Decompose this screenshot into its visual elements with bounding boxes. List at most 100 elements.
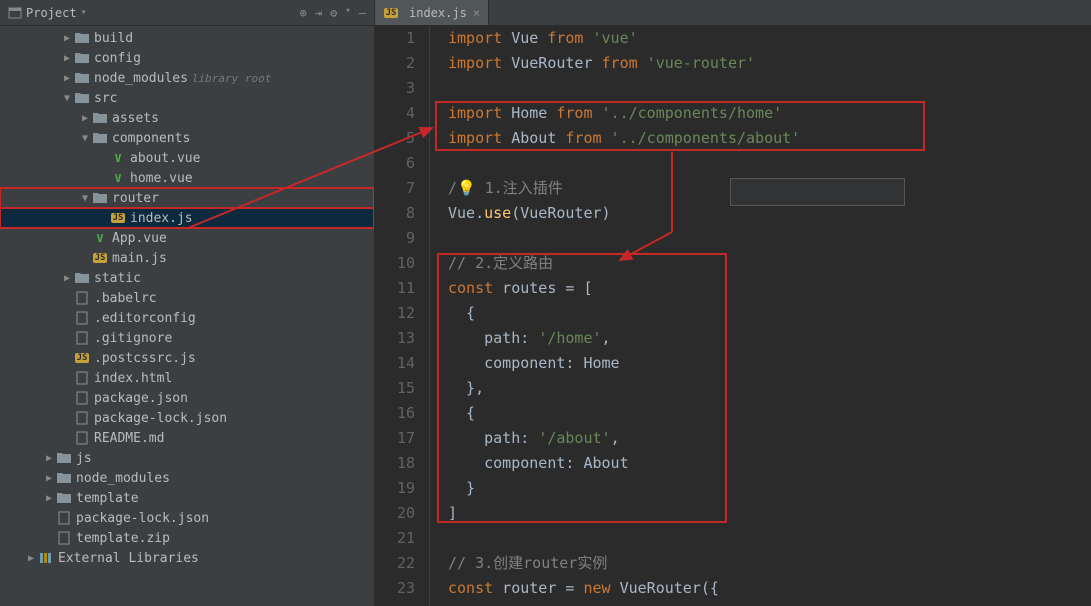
tree-item-label: home.vue	[130, 171, 193, 186]
line-number: 12	[375, 301, 415, 326]
tree-item[interactable]: .babelrc	[0, 288, 374, 308]
chevron-icon[interactable]: ▶	[78, 113, 92, 124]
code-content[interactable]: import Vue from 'vue'import VueRouter fr…	[430, 26, 1091, 606]
tree-item[interactable]: ▼ router	[0, 188, 374, 208]
tree-item[interactable]: ▼components	[0, 128, 374, 148]
code-line[interactable]: const router = new VueRouter({	[448, 576, 1091, 601]
code-line[interactable]: /💡 1.注入插件	[448, 176, 1091, 201]
code-line[interactable]	[448, 76, 1091, 101]
code-line[interactable]: },	[448, 376, 1091, 401]
chevron-icon[interactable]: ▼	[78, 193, 92, 204]
vue-icon: V	[110, 170, 126, 186]
code-line[interactable]	[448, 151, 1091, 176]
code-line[interactable]: const routes = [	[448, 276, 1091, 301]
folder-icon	[74, 30, 90, 46]
tree-item-label: README.md	[94, 431, 164, 446]
js-icon: JS	[110, 210, 126, 226]
chevron-icon[interactable]: ▶	[24, 553, 38, 564]
tree-item[interactable]: VApp.vue	[0, 228, 374, 248]
code-line[interactable]: component: About	[448, 451, 1091, 476]
file-icon	[56, 530, 72, 546]
tree-item[interactable]: Vabout.vue	[0, 148, 374, 168]
tree-item-label: package.json	[94, 391, 188, 406]
line-number: 1	[375, 26, 415, 51]
code-line[interactable]: {	[448, 301, 1091, 326]
file-icon	[74, 330, 90, 346]
folder-icon	[92, 190, 108, 206]
tree-item[interactable]: JSmain.js	[0, 248, 374, 268]
code-line[interactable]: Vue.use(VueRouter)	[448, 201, 1091, 226]
tab-label: index.js	[409, 6, 467, 20]
tree-item[interactable]: package-lock.json	[0, 408, 374, 428]
tree-item[interactable]: template.zip	[0, 528, 374, 548]
close-icon[interactable]: ×	[473, 6, 480, 20]
tree-item[interactable]: ▶config	[0, 48, 374, 68]
tree-item[interactable]: ▶js	[0, 448, 374, 468]
code-line[interactable]: component: Home	[448, 351, 1091, 376]
gear-icon[interactable]: ⚙	[330, 6, 337, 20]
chevron-icon[interactable]: ▶	[60, 273, 74, 284]
tree-item[interactable]: ▶static	[0, 268, 374, 288]
tree-item-label: .editorconfig	[94, 311, 196, 326]
tree-item[interactable]: JS.postcssrc.js	[0, 348, 374, 368]
tree-item[interactable]: ▶assets	[0, 108, 374, 128]
chevron-icon[interactable]: ▼	[78, 133, 92, 144]
code-line[interactable]: path: '/home',	[448, 326, 1091, 351]
chevron-icon[interactable]: ▶	[42, 473, 56, 484]
line-number: 22	[375, 551, 415, 576]
line-number: 8	[375, 201, 415, 226]
code-line[interactable]: // 3.创建router实例	[448, 551, 1091, 576]
editor-pane: JS index.js × 12345678910111213141516171…	[375, 0, 1091, 606]
code-line[interactable]	[448, 226, 1091, 251]
tree-item[interactable]: .gitignore	[0, 328, 374, 348]
tab-index-js[interactable]: JS index.js ×	[375, 0, 489, 25]
code-line[interactable]: }	[448, 476, 1091, 501]
folder-icon	[56, 490, 72, 506]
chevron-icon[interactable]: ▶	[42, 453, 56, 464]
target-icon[interactable]: ⊕	[300, 6, 307, 20]
chevron-icon[interactable]: ▼	[60, 93, 74, 104]
tree-item[interactable]: ▶node_moduleslibrary root	[0, 68, 374, 88]
project-tree[interactable]: ▶build▶config▶node_moduleslibrary root▼s…	[0, 26, 374, 606]
chevron-icon[interactable]: ▶	[60, 73, 74, 84]
code-area[interactable]: 1234567891011121314151617181920212223 im…	[375, 26, 1091, 606]
tree-item[interactable]: ▶template	[0, 488, 374, 508]
file-icon	[74, 310, 90, 326]
tree-item[interactable]: .editorconfig	[0, 308, 374, 328]
code-line[interactable]: import Vue from 'vue'	[448, 26, 1091, 51]
gear-dropdown-icon[interactable]: ▾	[345, 6, 350, 20]
tree-item[interactable]: ▶build	[0, 28, 374, 48]
project-icon	[8, 6, 22, 20]
editor-tabs: JS index.js ×	[375, 0, 1091, 26]
line-number: 17	[375, 426, 415, 451]
code-line[interactable]: {	[448, 401, 1091, 426]
tree-item[interactable]: package.json	[0, 388, 374, 408]
code-line[interactable]: import Home from '../components/home'	[448, 101, 1091, 126]
code-line[interactable]: // 2.定义路由	[448, 251, 1091, 276]
chevron-icon[interactable]: ▶	[42, 493, 56, 504]
folder-icon	[74, 90, 90, 106]
code-line[interactable]: ]	[448, 501, 1091, 526]
tree-item[interactable]: ▼src	[0, 88, 374, 108]
tree-item[interactable]: package-lock.json	[0, 508, 374, 528]
line-number: 21	[375, 526, 415, 551]
collapse-icon[interactable]: —	[359, 6, 366, 20]
tree-item[interactable]: Vhome.vue	[0, 168, 374, 188]
tree-item[interactable]: JSindex.js	[0, 208, 374, 228]
chevron-icon[interactable]: ▶	[60, 33, 74, 44]
tree-item[interactable]: ▶node_modules	[0, 468, 374, 488]
code-line[interactable]: path: '/about',	[448, 426, 1091, 451]
expand-icon[interactable]: ⇥	[315, 6, 322, 20]
tree-item-label: router	[112, 191, 159, 206]
tree-item-label: App.vue	[112, 231, 167, 246]
code-line[interactable]: import VueRouter from 'vue-router'	[448, 51, 1091, 76]
file-icon	[74, 290, 90, 306]
folder-icon	[56, 470, 72, 486]
tree-item[interactable]: index.html	[0, 368, 374, 388]
tree-item[interactable]: ▶External Libraries	[0, 548, 374, 568]
line-number: 3	[375, 76, 415, 101]
chevron-icon[interactable]: ▶	[60, 53, 74, 64]
code-line[interactable]	[448, 526, 1091, 551]
tree-item[interactable]: README.md	[0, 428, 374, 448]
code-line[interactable]: import About from '../components/about'	[448, 126, 1091, 151]
